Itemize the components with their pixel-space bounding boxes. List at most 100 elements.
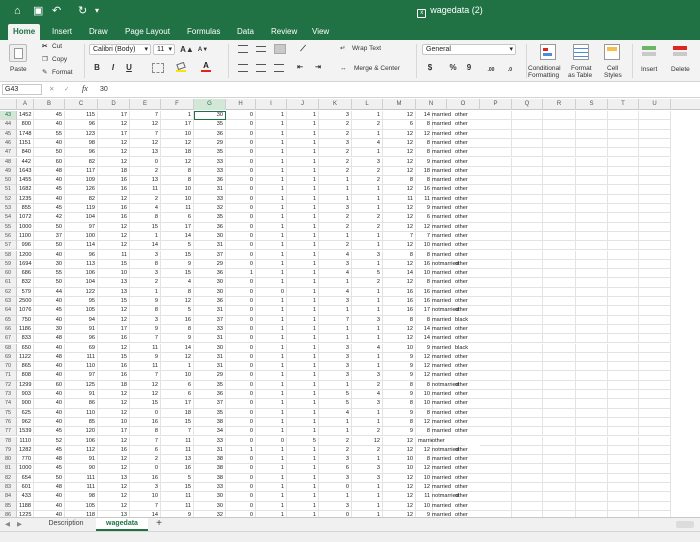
empty-cell[interactable] bbox=[576, 334, 608, 344]
empty-cell[interactable] bbox=[512, 129, 543, 139]
table-cell[interactable]: 96 bbox=[65, 334, 98, 344]
empty-cell[interactable] bbox=[576, 194, 608, 204]
table-cell[interactable]: 30 bbox=[194, 231, 226, 242]
font-size-select[interactable]: 11 ▾ bbox=[153, 44, 175, 55]
table-cell[interactable]: 96 bbox=[65, 148, 98, 158]
column-header-c[interactable]: C bbox=[65, 99, 98, 110]
table-cell[interactable]: 2 bbox=[130, 166, 161, 177]
table-cell[interactable]: 96 bbox=[65, 250, 98, 260]
table-cell[interactable]: 1 bbox=[287, 427, 319, 437]
table-cell[interactable]: 4 bbox=[319, 408, 352, 418]
empty-cell[interactable] bbox=[512, 259, 543, 270]
table-cell[interactable]: 12 bbox=[98, 148, 130, 158]
empty-cell[interactable] bbox=[480, 427, 512, 437]
empty-cell[interactable] bbox=[512, 204, 543, 214]
empty-cell[interactable] bbox=[543, 501, 576, 511]
table-cell[interactable]: 16 bbox=[98, 185, 130, 195]
column-header-o[interactable]: O bbox=[447, 99, 480, 110]
delete-cells-icon[interactable] bbox=[673, 46, 687, 56]
table-cell[interactable]: 0 bbox=[226, 213, 256, 223]
table-cell[interactable]: 3 bbox=[352, 315, 383, 325]
empty-cell[interactable] bbox=[639, 464, 671, 474]
align-bottom-icon[interactable] bbox=[274, 44, 286, 54]
empty-cell[interactable] bbox=[480, 241, 512, 251]
empty-cell[interactable] bbox=[608, 334, 639, 344]
empty-cell[interactable] bbox=[512, 250, 543, 260]
row-header[interactable]: 75 bbox=[0, 408, 17, 418]
row-header[interactable]: 69 bbox=[0, 352, 17, 363]
table-cell[interactable]: 60 bbox=[34, 157, 65, 167]
empty-cell[interactable] bbox=[480, 185, 512, 195]
table-cell[interactable]: 2 bbox=[352, 427, 383, 437]
table-cell[interactable]: 8 bbox=[130, 213, 161, 223]
empty-cell[interactable] bbox=[608, 120, 639, 130]
row-header[interactable]: 72 bbox=[0, 380, 17, 390]
tab-data[interactable]: Data bbox=[232, 24, 259, 40]
table-cell[interactable]: 800 bbox=[17, 120, 34, 130]
table-cell[interactable]: 1 bbox=[287, 222, 319, 232]
table-cell[interactable]: other bbox=[430, 437, 465, 446]
table-cell[interactable]: 109 bbox=[65, 176, 98, 186]
row-header[interactable]: 79 bbox=[0, 445, 17, 456]
table-cell[interactable]: 4 bbox=[161, 278, 194, 288]
table-cell[interactable]: 12 bbox=[98, 390, 130, 400]
empty-cell[interactable] bbox=[608, 501, 639, 511]
table-cell[interactable]: 15 bbox=[161, 483, 194, 493]
table-cell[interactable]: 15 bbox=[98, 297, 130, 307]
table-cell[interactable]: other bbox=[453, 241, 482, 251]
font-name-select[interactable]: Calibri (Body) ▾ bbox=[89, 44, 151, 55]
empty-cell[interactable] bbox=[543, 427, 576, 437]
table-cell[interactable]: 1 bbox=[352, 185, 383, 195]
empty-cell[interactable] bbox=[639, 250, 671, 260]
table-cell[interactable]: 12 bbox=[98, 455, 130, 465]
table-cell[interactable]: 0 bbox=[226, 138, 256, 149]
empty-cell[interactable] bbox=[512, 166, 543, 177]
table-cell[interactable]: 3 bbox=[319, 455, 352, 465]
table-cell[interactable]: 13 bbox=[130, 176, 161, 186]
table-cell[interactable]: 3 bbox=[319, 362, 352, 372]
row-header[interactable]: 67 bbox=[0, 334, 17, 344]
empty-cell[interactable] bbox=[576, 222, 608, 232]
table-cell[interactable]: 832 bbox=[17, 278, 34, 288]
table-cell[interactable]: 38 bbox=[194, 473, 226, 483]
empty-cell[interactable] bbox=[512, 445, 543, 456]
row-header[interactable]: 51 bbox=[0, 185, 17, 195]
table-cell[interactable]: 1 bbox=[287, 399, 319, 409]
table-cell[interactable]: 17 bbox=[161, 222, 194, 232]
table-cell[interactable]: 0 bbox=[226, 120, 256, 130]
table-cell[interactable]: 1 bbox=[287, 501, 319, 511]
empty-cell[interactable] bbox=[480, 120, 512, 130]
table-cell[interactable]: 1 bbox=[287, 334, 319, 344]
empty-cell[interactable] bbox=[576, 324, 608, 335]
table-cell[interactable]: 0 bbox=[226, 408, 256, 418]
empty-cell[interactable] bbox=[576, 287, 608, 297]
empty-cell[interactable] bbox=[608, 483, 639, 493]
table-cell[interactable]: 13 bbox=[98, 287, 130, 297]
table-cell[interactable]: 1 bbox=[256, 213, 287, 223]
empty-cell[interactable] bbox=[576, 427, 608, 437]
table-cell[interactable]: 1 bbox=[256, 371, 287, 381]
empty-cell[interactable] bbox=[512, 483, 543, 493]
table-cell[interactable]: 1 bbox=[256, 492, 287, 502]
table-cell[interactable]: 37 bbox=[194, 399, 226, 409]
table-cell[interactable]: 91 bbox=[65, 455, 98, 465]
row-header[interactable]: 62 bbox=[0, 287, 17, 297]
tab-view[interactable]: View bbox=[307, 24, 334, 40]
empty-cell[interactable] bbox=[543, 380, 576, 390]
table-cell[interactable]: 96 bbox=[65, 120, 98, 130]
table-cell[interactable]: 0 bbox=[226, 176, 256, 186]
table-cell[interactable]: 1 bbox=[287, 250, 319, 260]
empty-cell[interactable] bbox=[480, 278, 512, 288]
orientation-icon[interactable]: ⟋ bbox=[296, 44, 310, 54]
table-cell[interactable]: 1 bbox=[256, 362, 287, 372]
empty-cell[interactable] bbox=[480, 166, 512, 177]
empty-cell[interactable] bbox=[543, 343, 576, 353]
table-cell[interactable]: 1 bbox=[287, 380, 319, 390]
delete-cells-button[interactable]: Delete bbox=[671, 66, 690, 74]
row-header[interactable]: 82 bbox=[0, 473, 17, 483]
table-cell[interactable]: 12 bbox=[383, 334, 416, 344]
empty-cell[interactable] bbox=[576, 362, 608, 372]
table-cell[interactable]: 1 bbox=[352, 297, 383, 307]
empty-cell[interactable] bbox=[576, 483, 608, 493]
table-cell[interactable]: 1 bbox=[287, 445, 319, 456]
